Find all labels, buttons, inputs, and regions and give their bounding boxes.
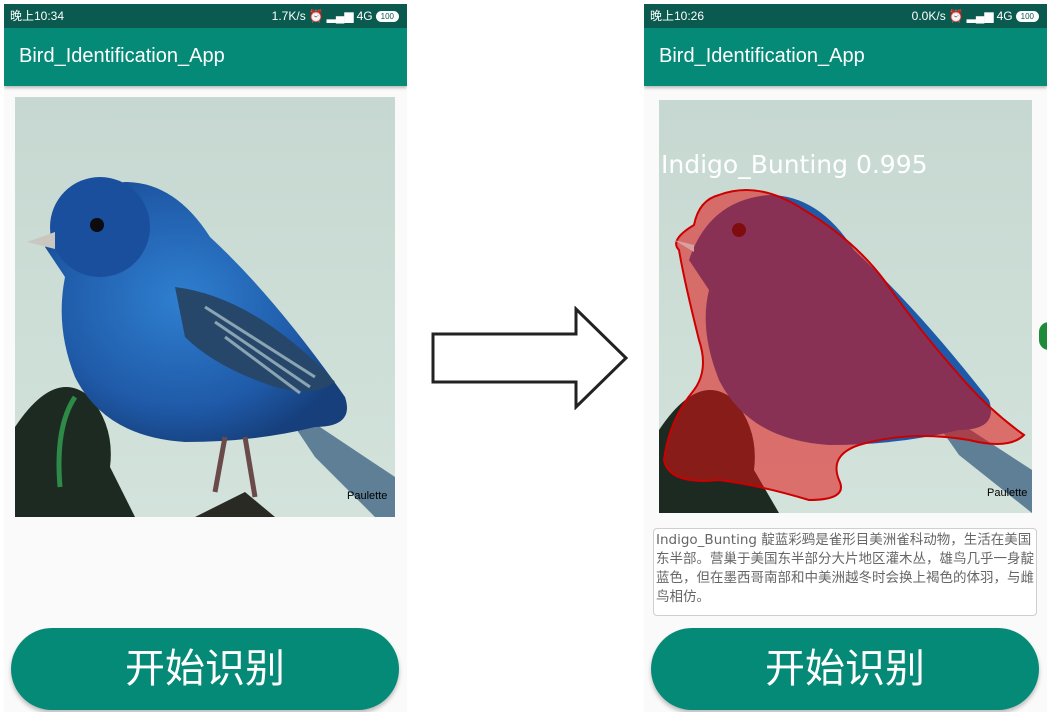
network-type: 4G [356,9,373,23]
alarm-icon: ⏰ [308,9,324,23]
alarm-icon: ⏰ [948,9,964,23]
status-time: 晚上10:26 [650,9,705,23]
status-right: 0.0K/s ⏰ ▂▄▆ 4G 100 [912,4,1039,28]
battery-icon: 100 [1015,10,1039,22]
edge-marker [1039,322,1047,350]
status-time: 晚上10:34 [10,9,65,23]
bird-description-text[interactable]: Indigo_Bunting 靛蓝彩鹀是雀形目美洲雀科动物，生活在美国东半部。营… [653,528,1037,616]
app-bar: Bird_Identification_App [4,28,407,86]
net-speed: 1.7K/s [271,9,306,23]
signal-icon: ▂▄▆ [326,9,354,23]
status-bar: 晚上10:26 0.0K/s ⏰ ▂▄▆ 4G 100 [644,4,1047,28]
detection-label: Indigo_Bunting 0.995 [661,150,928,179]
photo-watermark: Paulette [347,490,387,502]
network-type: 4G [996,9,1013,23]
app-title: Bird_Identification_App [659,45,865,67]
net-speed: 0.0K/s [911,9,946,23]
start-identify-button[interactable]: 开始识别 [651,628,1039,710]
signal-icon: ▂▄▆ [966,9,994,23]
status-right: 1.7K/s ⏰ ▂▄▆ 4G 100 [272,4,399,28]
detection-result-photo: Paulette Indigo_Bunting 0.995 [659,100,1032,513]
phone-screen-before: 晚上10:34 1.7K/s ⏰ ▂▄▆ 4G 100 Bird_Identif… [4,4,407,712]
battery-icon: 100 [375,10,399,22]
right-arrow-icon [431,306,629,410]
phone-screen-after: 晚上10:26 0.0K/s ⏰ ▂▄▆ 4G 100 Bird_Identif… [644,4,1047,712]
photo-watermark: Paulette [987,487,1027,499]
start-identify-button[interactable]: 开始识别 [11,628,399,710]
app-bar: Bird_Identification_App [644,28,1047,86]
status-bar: 晚上10:34 1.7K/s ⏰ ▂▄▆ 4G 100 [4,4,407,28]
app-title: Bird_Identification_App [19,45,225,67]
bird-photo: Paulette [15,97,395,517]
